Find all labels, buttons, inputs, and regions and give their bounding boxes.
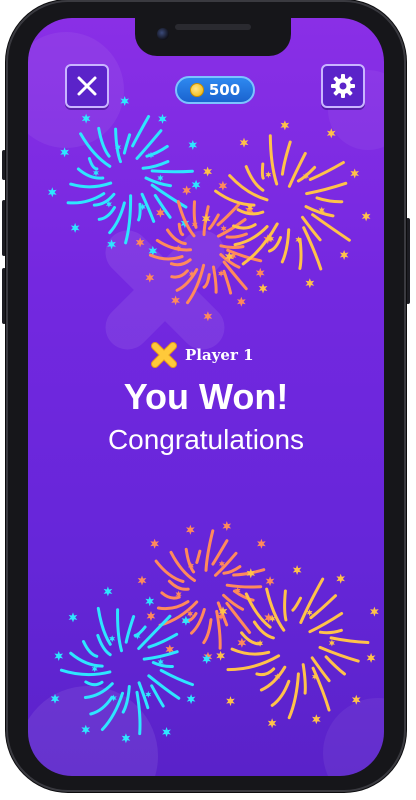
close-button[interactable] [65,64,109,108]
phone-device: 500 Player 1 You Won! Congratulations [2,0,410,792]
player-name: Player 1 [185,346,254,364]
win-title: You Won! [123,376,289,417]
background-x-shape [105,230,225,350]
coin-icon [189,83,204,97]
phone-power-button [406,218,410,304]
game-screen: 500 Player 1 You Won! Congratulations [28,18,384,776]
phone-notch [135,18,291,56]
background-circle-bottom-left [28,686,158,776]
win-subtitle: Congratulations [107,424,305,455]
background-circle-bottom-right [323,698,384,776]
winner-player: Player 1 [149,340,254,370]
coin-counter: 500 [175,76,255,104]
camera-icon [157,28,169,40]
x-mark-icon [151,342,177,368]
speaker-grille [175,24,251,30]
settings-button[interactable] [321,64,365,108]
close-x-icon [77,76,97,96]
coin-balance: 500 [208,81,241,99]
gear-icon [331,74,355,98]
